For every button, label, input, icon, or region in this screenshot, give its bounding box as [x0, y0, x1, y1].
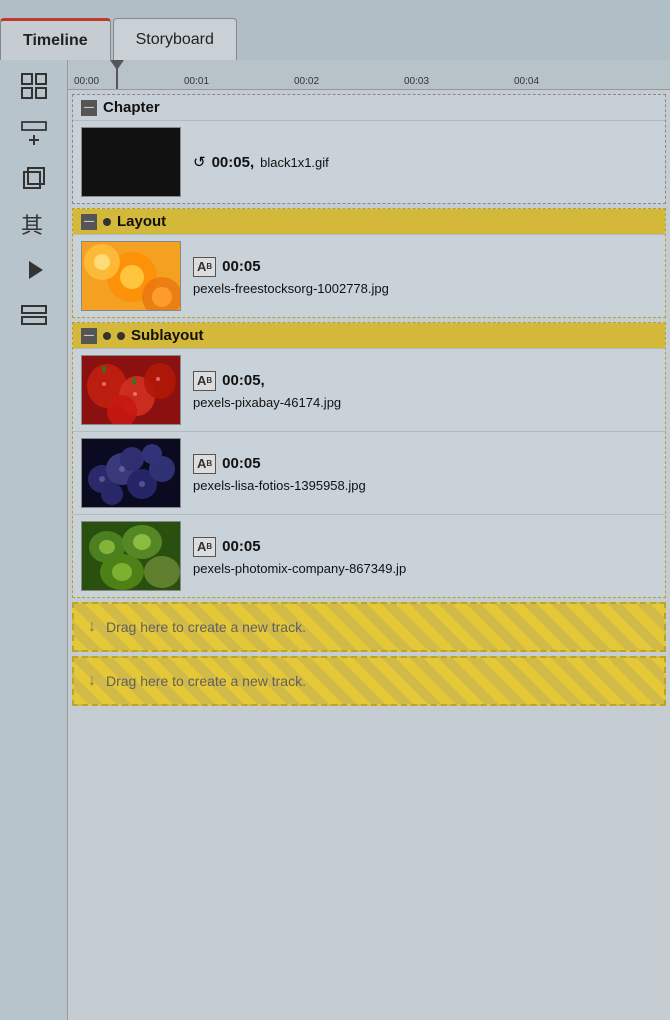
layout-title: Layout	[117, 213, 166, 230]
layout-collapse-btn[interactable]: —	[81, 214, 97, 230]
sublayout-track-0: AB 00:05, pexels-pixabay-46174.jpg	[73, 348, 665, 431]
chapter-title: Chapter	[103, 99, 160, 116]
sublayout-duration-2: 00:05	[222, 538, 260, 555]
tab-timeline-label: Timeline	[23, 32, 88, 50]
sublayout-track-1: AB 00:05 pexels-lisa-fotios-1395958.jpg	[73, 431, 665, 514]
chapter-time-row: ↺ 00:05, black1x1.gif	[193, 153, 329, 171]
layout-header[interactable]: — Layout	[73, 209, 665, 234]
tracks-container[interactable]: — Chapter ↺ 00:05, black1x1.gif	[68, 90, 670, 1020]
tab-storyboard-label: Storyboard	[136, 31, 214, 49]
copy-icon[interactable]	[14, 160, 54, 196]
ruler-label-3: 00:03	[404, 76, 429, 87]
layout-section: — Layout	[72, 208, 666, 318]
sublayout-filename-0: pexels-pixabay-46174.jpg	[193, 395, 341, 410]
drag-zone-0[interactable]: ↓ Drag here to create a new track.	[72, 602, 666, 652]
layout-track-info: AB 00:05 pexels-freestocksorg-1002778.jp…	[181, 241, 389, 311]
layout-track: AB 00:05 pexels-freestocksorg-1002778.jp…	[73, 234, 665, 317]
ruler: 00:00 00:01 00:02 00:03 00:04	[68, 60, 670, 90]
sublayout-collapse-btn[interactable]: —	[81, 328, 97, 344]
sublayout-duration-0: 00:05,	[222, 372, 265, 389]
sublayout-time-row-2: AB 00:05	[193, 537, 406, 557]
sublayout-thumbnail-2	[81, 521, 181, 591]
drag-arrow-0: ↓	[88, 618, 96, 636]
sublayout-dot1	[103, 332, 111, 340]
sublayout-thumbnail-1	[81, 438, 181, 508]
chapter-filename: black1x1.gif	[260, 155, 329, 170]
ruler-label-0: 00:00	[74, 76, 99, 87]
ab-icon-sub1: AB	[193, 454, 216, 474]
layout-thumbnail	[81, 241, 181, 311]
layout-filename: pexels-freestocksorg-1002778.jpg	[193, 281, 389, 296]
timeline-area: 00:00 00:01 00:02 00:03 00:04	[68, 60, 670, 1020]
translation-icon[interactable]: 其	[14, 206, 54, 242]
layout-dot	[103, 218, 111, 226]
ruler-label-4: 00:04	[514, 76, 539, 87]
gif-icon: ↺	[193, 153, 206, 171]
chapter-duration: 00:05,	[212, 154, 255, 171]
main-area: 其 00:00	[0, 60, 670, 1020]
chapter-track-info: ↺ 00:05, black1x1.gif	[181, 127, 329, 197]
sublayout-time-row-1: AB 00:05	[193, 454, 366, 474]
tab-timeline[interactable]: Timeline	[0, 18, 111, 60]
svg-text:其: 其	[21, 213, 43, 238]
drag-zone-text-0: Drag here to create a new track.	[106, 619, 306, 635]
sublayout-track-info-0: AB 00:05, pexels-pixabay-46174.jpg	[181, 355, 341, 425]
ab-icon-layout: AB	[193, 257, 216, 277]
sublayout-duration-1: 00:05	[222, 455, 260, 472]
drag-zone-text-1: Drag here to create a new track.	[106, 673, 306, 689]
ab-icon-sub2: AB	[193, 537, 216, 557]
sublayout-filename-2: pexels-photomix-company-867349.jp	[193, 561, 406, 576]
play-icon[interactable]	[14, 252, 54, 288]
chapter-track: ↺ 00:05, black1x1.gif	[73, 120, 665, 203]
sublayout-track-info-1: AB 00:05 pexels-lisa-fotios-1395958.jpg	[181, 438, 366, 508]
sublayout-time-row-0: AB 00:05,	[193, 371, 341, 391]
drag-arrow-1: ↓	[88, 672, 96, 690]
ruler-tick-4: 00:04	[514, 76, 539, 87]
ruler-tick-0: 00:00	[74, 76, 99, 87]
sublayout-track-info-2: AB 00:05 pexels-photomix-company-867349.…	[181, 521, 406, 591]
ruler-label-1: 00:01	[184, 76, 209, 87]
sublayout-thumbnail-0	[81, 355, 181, 425]
sublayout-section: — Sublayout	[72, 322, 666, 598]
layout-duration: 00:05	[222, 258, 260, 275]
tab-bar: Timeline Storyboard	[0, 0, 670, 60]
playhead	[116, 60, 118, 89]
sublayout-header[interactable]: — Sublayout	[73, 323, 665, 348]
add-track-icon[interactable]	[14, 114, 54, 150]
layout-time-row: AB 00:05	[193, 257, 389, 277]
tab-storyboard[interactable]: Storyboard	[113, 18, 237, 60]
sidebar: 其	[0, 60, 68, 1020]
ruler-tick-1: 00:01	[184, 76, 209, 87]
app-container: Timeline Storyboard	[0, 0, 670, 1020]
ruler-label-2: 00:02	[294, 76, 319, 87]
sublayout-title: Sublayout	[131, 327, 204, 344]
grid-icon[interactable]	[14, 68, 54, 104]
ruler-tick-2: 00:02	[294, 76, 319, 87]
sublayout-filename-1: pexels-lisa-fotios-1395958.jpg	[193, 478, 366, 493]
ab-icon-sub0: AB	[193, 371, 216, 391]
sublayout-track-2: AB 00:05 pexels-photomix-company-867349.…	[73, 514, 665, 597]
chapter-collapse-btn[interactable]: —	[81, 100, 97, 116]
chapter-header[interactable]: — Chapter	[73, 95, 665, 120]
ruler-tick-3: 00:03	[404, 76, 429, 87]
drag-zone-1[interactable]: ↓ Drag here to create a new track.	[72, 656, 666, 706]
group-icon[interactable]	[14, 298, 54, 334]
chapter-section: — Chapter ↺ 00:05, black1x1.gif	[72, 94, 666, 204]
sublayout-dot2	[117, 332, 125, 340]
chapter-thumbnail	[81, 127, 181, 197]
